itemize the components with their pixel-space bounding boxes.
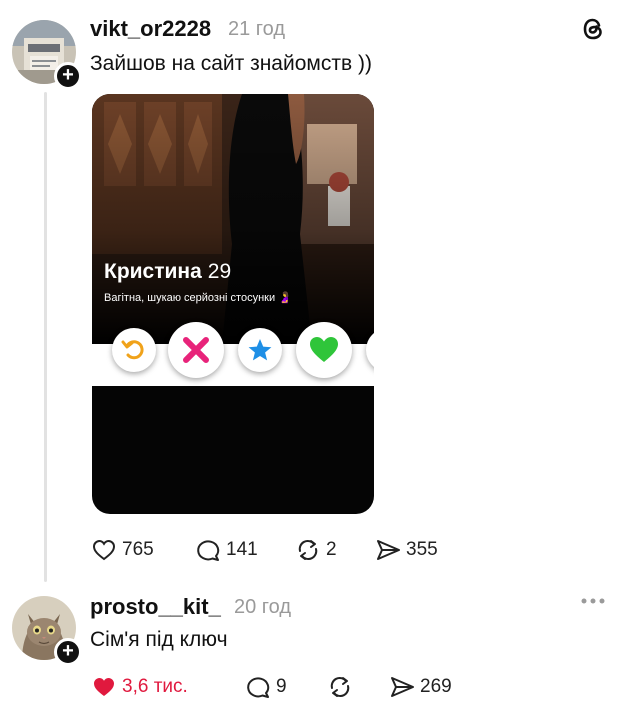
comment-bubble-icon (247, 677, 270, 698)
heart-icon (92, 539, 116, 561)
like-count: 765 (122, 539, 154, 560)
card-age: 29 (207, 260, 232, 283)
post-timestamp: 21 год (228, 18, 286, 40)
repost-button[interactable]: 2 (294, 536, 337, 564)
reply-share-count: 269 (420, 676, 452, 697)
star-icon (238, 328, 282, 372)
reply-comment-count: 9 (276, 676, 287, 697)
share-button[interactable]: 355 (374, 536, 438, 564)
rewind-icon (112, 328, 156, 372)
heart-icon (94, 678, 114, 696)
post-username[interactable]: vikt_or2228 (90, 16, 211, 42)
card-photo (92, 94, 374, 344)
reply-like-count: 3,6 тис. (122, 676, 188, 697)
follow-plus-icon[interactable]: + (54, 62, 82, 90)
repost-icon (330, 677, 350, 697)
thread-connector-line (44, 92, 47, 582)
reply-like-button[interactable]: 3,6 тис. (90, 673, 188, 701)
post-text: Зайшов на сайт знайомств )) (90, 52, 372, 75)
card-name-text: Кристина (104, 260, 202, 283)
like-button[interactable]: 765 (90, 536, 154, 564)
more-dots-icon[interactable] (580, 596, 606, 606)
reply-comment-button[interactable]: 9 (244, 673, 287, 701)
reply-repost-button[interactable] (326, 673, 358, 701)
send-icon (377, 540, 400, 560)
x-icon (168, 322, 224, 378)
green-heart-icon (296, 322, 352, 378)
reply-share-button[interactable]: 269 (388, 673, 452, 701)
reply-text: Сім'я під ключ (90, 628, 228, 651)
post-image-dating-card[interactable]: Кристина 29 Вагітна, шукаю серйозні стосу… (92, 94, 374, 514)
comment-count: 141 (226, 539, 258, 560)
comment-bubble-icon (197, 540, 220, 561)
card-name: Кристина 29 (104, 260, 231, 284)
reply-timestamp: 20 год (234, 596, 292, 618)
repost-count: 2 (326, 539, 337, 560)
share-count: 355 (406, 539, 438, 560)
threads-logo-icon[interactable] (578, 14, 608, 44)
comment-button[interactable]: 141 (194, 536, 258, 564)
repost-icon (298, 540, 318, 560)
follow-plus-icon[interactable]: + (54, 638, 82, 666)
reply-username[interactable]: prosto__kit_ (90, 594, 221, 620)
send-icon (391, 677, 414, 697)
card-bio: Вагітна, шукаю серйозні стосунки 🤰 (104, 292, 292, 304)
